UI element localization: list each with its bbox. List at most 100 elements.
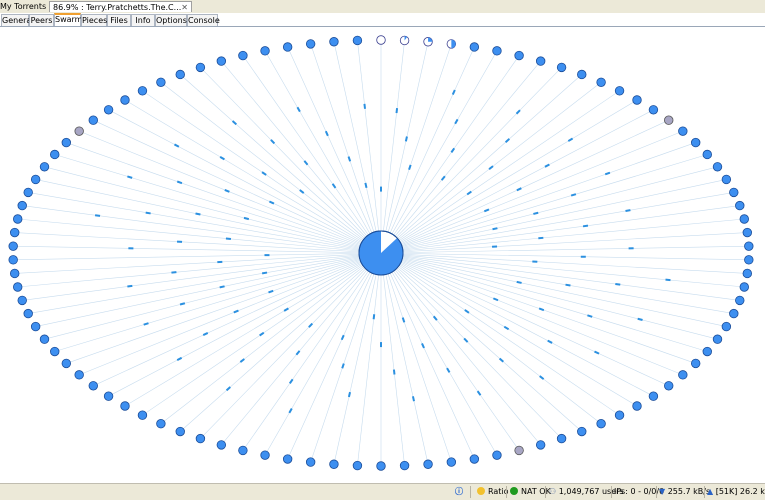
tab-peers[interactable]: Peers bbox=[29, 14, 54, 26]
chunk-mark bbox=[259, 331, 265, 337]
tab-pieces[interactable]: Pieces bbox=[81, 14, 107, 26]
chunk-mark bbox=[532, 260, 538, 263]
upload-arrow-icon: ▲ bbox=[707, 487, 714, 496]
chunk-mark bbox=[587, 314, 593, 318]
peer-node bbox=[282, 454, 293, 464]
chunk-mark bbox=[324, 130, 329, 137]
peer-node bbox=[535, 56, 546, 66]
chunk-mark bbox=[340, 334, 345, 341]
chunk-mark bbox=[544, 163, 550, 168]
chunk-mark bbox=[421, 343, 425, 349]
peer-node bbox=[260, 450, 270, 460]
torrent-tab-bar: My Torrents 86.9% : Terry.Pratchetts.The… bbox=[0, 0, 765, 14]
peer-node bbox=[10, 227, 20, 238]
chunk-mark bbox=[440, 175, 446, 181]
peer-node bbox=[103, 391, 114, 401]
peer-node bbox=[376, 461, 386, 471]
tab-general[interactable]: General bbox=[1, 14, 34, 26]
swarm-graph[interactable] bbox=[0, 27, 765, 482]
chunk-mark bbox=[516, 280, 522, 284]
chunk-mark bbox=[364, 182, 368, 189]
connection-line bbox=[380, 252, 740, 301]
chunk-mark bbox=[233, 309, 239, 314]
tab-console[interactable]: Console bbox=[187, 14, 220, 26]
info-icon[interactable]: ⓘ bbox=[455, 487, 463, 497]
chunk-mark bbox=[261, 171, 267, 176]
chunk-mark bbox=[195, 212, 201, 216]
peer-node bbox=[50, 149, 60, 160]
nat-ok-icon bbox=[510, 487, 518, 495]
peer-node bbox=[88, 381, 98, 391]
peer-node bbox=[735, 200, 745, 211]
swarm-view[interactable] bbox=[0, 27, 765, 482]
peer-node bbox=[735, 295, 745, 306]
peer-node bbox=[664, 115, 674, 125]
connection-line bbox=[28, 192, 382, 254]
chunk-mark bbox=[503, 325, 510, 331]
tab-options[interactable]: Options bbox=[155, 14, 187, 26]
peer-node bbox=[729, 308, 739, 319]
peer-node bbox=[712, 334, 723, 344]
upload-speed-label: [51K] 26.2 kB/s bbox=[715, 487, 765, 496]
peer-node bbox=[137, 86, 148, 96]
connection-line bbox=[380, 130, 683, 254]
peer-node bbox=[742, 227, 752, 238]
chunk-mark bbox=[404, 136, 408, 142]
chunk-mark bbox=[372, 314, 376, 320]
chunk-mark bbox=[492, 227, 498, 231]
peer-node bbox=[61, 137, 72, 148]
chunk-mark bbox=[288, 378, 294, 384]
chunk-mark bbox=[454, 118, 459, 125]
connection-line bbox=[380, 252, 734, 314]
chunk-mark bbox=[268, 200, 275, 205]
chunk-mark bbox=[401, 317, 406, 323]
peer-node bbox=[120, 401, 130, 411]
tab-my-torrents[interactable]: My Torrents bbox=[0, 1, 47, 12]
chunk-mark bbox=[628, 247, 634, 250]
download-speed[interactable]: ▼ 255.7 kB/s bbox=[659, 487, 710, 497]
peer-node bbox=[577, 426, 587, 437]
chunk-mark bbox=[288, 408, 293, 414]
peer-node bbox=[690, 137, 701, 148]
peer-node bbox=[712, 162, 723, 172]
peer-node bbox=[648, 105, 659, 115]
peer-node bbox=[535, 440, 546, 450]
connection-line bbox=[380, 166, 718, 254]
peer-node bbox=[156, 419, 166, 429]
connection-line bbox=[380, 46, 475, 254]
peer-node bbox=[729, 187, 739, 198]
chunk-mark bbox=[176, 356, 183, 362]
peer-node bbox=[39, 334, 50, 344]
peer-node bbox=[596, 419, 606, 429]
connection-line bbox=[380, 252, 749, 261]
peer-node bbox=[399, 460, 410, 471]
connection-line bbox=[380, 252, 683, 376]
users-count: ⚇ 1,049,767 users bbox=[549, 487, 624, 497]
chunk-mark bbox=[174, 143, 180, 148]
chunk-mark bbox=[264, 254, 270, 257]
chunk-mark bbox=[299, 189, 305, 194]
peer-node bbox=[30, 321, 41, 332]
upload-speed[interactable]: ▲ [51K] 26.2 kB/s bbox=[707, 487, 765, 497]
tab-info[interactable]: Info bbox=[131, 14, 155, 26]
peer-node bbox=[8, 241, 18, 251]
peer-node bbox=[399, 35, 410, 46]
connection-line bbox=[44, 252, 382, 340]
chunk-mark bbox=[493, 297, 499, 302]
detail-tab-bar: General Peers Swarm Pieces Files Info Op… bbox=[0, 13, 765, 27]
close-icon[interactable]: ✕ bbox=[181, 2, 188, 12]
chunk-mark bbox=[296, 106, 301, 113]
peer-node bbox=[514, 445, 524, 456]
peer-node bbox=[30, 174, 41, 185]
chunk-mark bbox=[395, 107, 399, 114]
tab-swarm[interactable]: Swarm bbox=[54, 13, 82, 26]
chunk-mark bbox=[637, 317, 643, 321]
chunk-mark bbox=[515, 109, 521, 115]
tab-current-torrent[interactable]: 86.9% : Terry.Pratchetts.The.C... ✕ bbox=[49, 1, 192, 12]
chunk-mark bbox=[615, 282, 621, 286]
connection-line bbox=[380, 55, 520, 254]
peer-node bbox=[678, 370, 688, 380]
ratio-indicator[interactable]: Ratio bbox=[477, 487, 509, 497]
peer-node bbox=[216, 440, 227, 450]
tab-files[interactable]: Files bbox=[107, 14, 131, 26]
